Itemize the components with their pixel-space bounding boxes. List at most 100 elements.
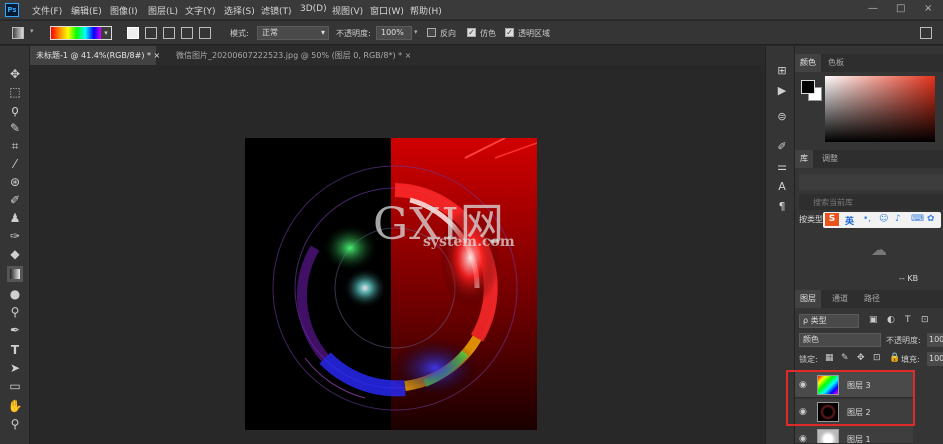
menu-select[interactable]: 选择(S) — [224, 4, 255, 17]
tab-libraries[interactable]: 库 — [795, 150, 813, 168]
radial-gradient-icon[interactable] — [145, 27, 157, 39]
microphone-icon: ♪ — [895, 214, 901, 224]
tab-channels[interactable]: 通道 — [827, 290, 853, 308]
filter-shape-icon[interactable]: ⊡ — [921, 315, 929, 325]
brush-icon[interactable]: ✐ — [7, 192, 23, 208]
tools-panel: ✥ ⬚ ϙ ✎ ⌗ ⁄ ⊛ ✐ ♟ ✑ ◆ ● ⚲ ✒ T ➤ ▭ ✋ ⚲ — [0, 46, 30, 444]
dodge-icon[interactable]: ⚲ — [7, 304, 23, 320]
menu-edit[interactable]: 编辑(E) — [71, 4, 102, 17]
gradient-swatch[interactable]: ▾ — [50, 26, 112, 40]
lock-pixels-icon[interactable]: ✎ — [841, 353, 849, 363]
play-actions-icon[interactable]: ▶ — [775, 84, 789, 98]
menu-filter[interactable]: 滤镜(T) — [261, 4, 292, 17]
tab-swatches[interactable]: 色板 — [823, 54, 849, 72]
layer-thumbnail — [817, 429, 839, 443]
crop-icon[interactable]: ⌗ — [7, 138, 23, 154]
pen-icon[interactable]: ✒ — [7, 322, 23, 338]
close-icon: × — [153, 51, 161, 60]
marquee-icon[interactable]: ⬚ — [7, 84, 23, 100]
close-window-button[interactable]: × — [924, 3, 932, 14]
creative-cloud-icon: ☁ — [871, 240, 887, 259]
tab-color[interactable]: 颜色 — [795, 54, 821, 72]
menu-3d[interactable]: 3D(D) — [300, 4, 327, 14]
zoom-icon[interactable]: ⚲ — [7, 416, 23, 432]
color-picker-field[interactable] — [825, 76, 935, 142]
gradient-icon[interactable] — [7, 266, 23, 282]
sogou-logo-icon: S — [825, 213, 839, 226]
ime-toolbar[interactable]: S 英 •, ☺ ♪ ⌨ ✿ — [823, 212, 941, 228]
menu-file[interactable]: 文件(F) — [32, 4, 62, 17]
layer-name: 图层 1 — [847, 435, 871, 444]
layer-row[interactable]: ◉ 图层 1 — [795, 426, 913, 444]
history-icon[interactable]: ⊞ — [775, 64, 789, 78]
eyedropper-icon[interactable]: ⁄ — [7, 156, 23, 172]
foreground-color-swatch[interactable] — [801, 80, 815, 94]
dither-checkbox[interactable]: ✓ — [467, 28, 476, 37]
search-type-label: 按类型 — [799, 215, 823, 224]
filter-pixel-icon[interactable]: ▣ — [869, 315, 878, 325]
blend-mode-select[interactable]: 颜色 — [799, 333, 881, 347]
mode-select[interactable]: 正常 ▾ — [257, 26, 329, 40]
document-canvas[interactable]: GXI网 system.com — [245, 138, 537, 430]
filter-adjust-icon[interactable]: ◐ — [887, 315, 895, 325]
menu-image[interactable]: 图像(I) — [110, 4, 138, 17]
angle-gradient-icon[interactable] — [163, 27, 175, 39]
gradient-tool-preset-icon[interactable] — [12, 27, 24, 39]
library-search-input[interactable]: 搜索当前库 — [799, 194, 943, 210]
menu-layer[interactable]: 图层(L) — [148, 4, 178, 17]
stamp-icon[interactable]: ♟ — [7, 210, 23, 226]
paragraph-icon[interactable]: ¶ — [775, 200, 789, 214]
layers-panel-tabs: 图层 通道 路径 — [795, 290, 943, 308]
blur-icon[interactable]: ● — [7, 286, 23, 302]
path-select-icon[interactable]: ➤ — [7, 360, 23, 376]
fill-label: 填充: — [901, 355, 920, 364]
opacity-dropdown-icon[interactable]: ▾ — [414, 28, 418, 36]
preset-dropdown-icon[interactable]: ▾ — [30, 27, 34, 35]
tab-adjustments[interactable]: 调整 — [817, 150, 843, 168]
brush-settings-icon[interactable]: ✐ — [775, 140, 789, 154]
document-tab[interactable]: 微信图片_20200607222523.jpg @ 50% (图层 0, RGB… — [170, 46, 417, 65]
transparency-checkbox[interactable]: ✓ — [505, 28, 514, 37]
diamond-gradient-icon[interactable] — [199, 27, 211, 39]
linear-gradient-icon[interactable] — [127, 27, 139, 39]
lock-transparent-icon[interactable]: ▦ — [825, 353, 834, 363]
tab-layers[interactable]: 图层 — [795, 290, 821, 308]
menu-type[interactable]: 文字(Y) — [185, 4, 216, 17]
eye-icon[interactable]: ◉ — [799, 434, 811, 443]
rectangle-icon[interactable]: ▭ — [7, 378, 23, 394]
lock-all-icon[interactable]: 🔒 — [889, 353, 900, 363]
lock-position-icon[interactable]: ✥ — [857, 353, 865, 363]
layer-opacity-input[interactable]: 100% — [927, 333, 943, 347]
gradient-dropdown-icon[interactable]: ▾ — [101, 27, 111, 39]
opacity-input[interactable]: 100% — [376, 26, 412, 40]
move-icon[interactable]: ✥ — [7, 66, 23, 82]
eraser-icon[interactable]: ◆ — [7, 246, 23, 262]
healing-icon[interactable]: ⊛ — [7, 174, 23, 190]
minimize-button[interactable]: — — [868, 3, 878, 14]
workspace-icon[interactable] — [920, 27, 932, 39]
lasso-icon[interactable]: ϙ — [7, 102, 23, 118]
document-tab-active[interactable]: 未标题-1 @ 41.4%(RGB/8#) * × — [30, 46, 160, 65]
history-brush-icon[interactable]: ✑ — [7, 228, 23, 244]
library-select[interactable] — [799, 174, 943, 190]
tab-paths[interactable]: 路径 — [859, 290, 885, 308]
adjust-sliders-icon[interactable]: ⚌ — [775, 160, 789, 174]
reflected-gradient-icon[interactable] — [181, 27, 193, 39]
hand-icon[interactable]: ✋ — [7, 398, 23, 414]
reverse-checkbox[interactable] — [427, 28, 436, 37]
character-icon[interactable]: A — [775, 180, 789, 194]
watermark-domain: system.com — [423, 234, 515, 250]
menu-view[interactable]: 视图(V) — [332, 4, 363, 17]
type-icon[interactable]: T — [7, 342, 23, 358]
reverse-label: 反向 — [440, 29, 456, 38]
lock-artboard-icon[interactable]: ⊡ — [873, 353, 881, 363]
layer-filter-select[interactable]: ρ 类型 — [799, 314, 859, 328]
library-panel-tabs: 库 调整 — [795, 150, 943, 168]
menu-window[interactable]: 窗口(W) — [370, 4, 404, 17]
quick-select-icon[interactable]: ✎ — [7, 120, 23, 136]
fill-input[interactable]: 100% — [927, 352, 943, 366]
properties-icon[interactable]: ⊜ — [775, 110, 789, 124]
menu-help[interactable]: 帮助(H) — [410, 4, 442, 17]
restore-button[interactable]: □ — [896, 3, 905, 14]
filter-type-icon[interactable]: T — [905, 315, 911, 325]
